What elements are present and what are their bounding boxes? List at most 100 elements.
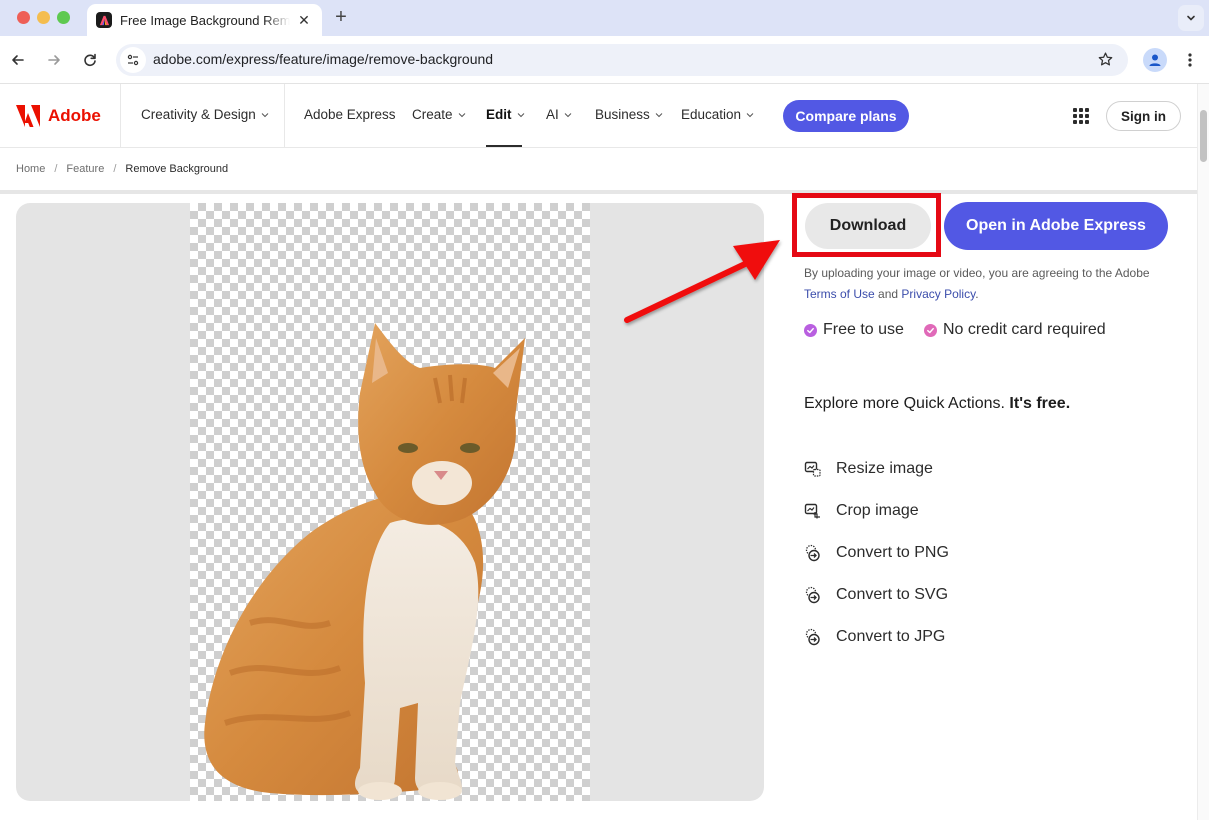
site-info-button[interactable] — [120, 47, 146, 73]
crop-image-icon — [804, 503, 820, 519]
site-header: Adobe Creativity & Design Adobe Express … — [0, 84, 1197, 148]
cat-image — [204, 323, 525, 800]
chevron-down-icon — [517, 112, 524, 117]
perk-label: No credit card required — [942, 321, 1106, 338]
quick-action-convert-to-jpg[interactable]: Convert to JPG — [804, 616, 949, 658]
breadcrumb-separator: / — [113, 163, 117, 175]
quick-action-convert-to-png[interactable]: Convert to PNG — [804, 532, 949, 574]
red-arrow-annotation — [624, 240, 780, 323]
compare-plans-button[interactable]: Compare plans — [783, 100, 909, 132]
close-tab-icon[interactable]: ✕ — [296, 12, 312, 29]
nav-label: Business — [595, 107, 650, 122]
person-icon — [1149, 54, 1161, 66]
address-bar[interactable]: adobe.com/express/feature/image/remove-b… — [116, 44, 1128, 76]
adobe-express-favicon-icon — [96, 12, 112, 28]
arrow-left-icon — [12, 55, 24, 65]
browser-menu-button[interactable] — [1182, 48, 1198, 72]
maximize-window-button[interactable] — [57, 11, 70, 24]
terms-of-use-link[interactable]: Terms of Use — [804, 287, 875, 301]
quick-action-convert-to-svg[interactable]: Convert to SVG — [804, 574, 949, 616]
adobe-logo-icon — [16, 105, 40, 127]
forward-button[interactable] — [42, 48, 66, 72]
bookmark-button[interactable] — [1097, 51, 1114, 73]
legal-text: . — [975, 287, 979, 301]
nav-label: AI — [546, 107, 559, 122]
tune-icon — [127, 54, 139, 66]
convert-icon — [805, 586, 820, 604]
back-button[interactable] — [6, 48, 30, 72]
quick-action-crop-image[interactable]: Crop image — [804, 490, 949, 532]
profile-button[interactable] — [1143, 48, 1167, 72]
convert-icon — [805, 544, 820, 562]
legal-disclaimer: By uploading your image or video, you ar… — [804, 263, 1184, 305]
nav-business[interactable]: Business — [595, 107, 663, 122]
divider — [0, 190, 1197, 194]
star-icon — [1098, 52, 1113, 66]
tab-title: Free Image Background Remover — [120, 12, 290, 28]
divider — [120, 84, 121, 148]
tab-search-button[interactable] — [1178, 5, 1204, 31]
quick-actions-list: Resize image Crop image Convert to PNG C… — [804, 448, 949, 658]
browser-toolbar: adobe.com/express/feature/image/remove-b… — [0, 36, 1209, 84]
perk-item: Free to use — [804, 321, 904, 339]
nav-education[interactable]: Education — [681, 107, 754, 122]
minimize-window-button[interactable] — [37, 11, 50, 24]
active-nav-indicator — [486, 145, 522, 147]
privacy-policy-link[interactable]: Privacy Policy — [901, 287, 975, 301]
quick-action-label: Convert to PNG — [836, 544, 949, 561]
nav-label: Education — [681, 107, 742, 122]
page-scrollbar[interactable] — [1197, 84, 1209, 820]
chevron-down-icon — [261, 112, 269, 117]
nav-adobe-express[interactable]: Adobe Express — [304, 107, 396, 122]
heading-text: Explore more Quick Actions. — [804, 395, 1005, 412]
chevron-down-icon — [1187, 15, 1195, 21]
chevron-down-icon — [458, 112, 465, 117]
nav-label: Create — [412, 107, 453, 122]
nav-label: Edit — [486, 107, 512, 122]
download-button[interactable]: Download — [805, 203, 931, 249]
convert-icon — [805, 628, 820, 646]
nav-ai[interactable]: AI — [546, 107, 572, 122]
breadcrumb-feature[interactable]: Feature — [66, 163, 104, 175]
sign-in-button[interactable]: Sign in — [1106, 101, 1181, 131]
resize-image-icon — [804, 461, 821, 477]
perk-item: No credit card required — [923, 321, 1106, 339]
breadcrumb-separator: / — [54, 163, 58, 175]
breadcrumb-current: Remove Background — [125, 163, 229, 175]
breadcrumb-home[interactable]: Home — [16, 163, 45, 175]
nav-edit[interactable]: Edit — [486, 107, 525, 122]
nav-creativity-design[interactable]: Creativity & Design — [141, 107, 269, 122]
chevron-down-icon — [746, 112, 754, 117]
brand-name: Adobe — [48, 106, 101, 125]
app-grid-icon[interactable] — [1073, 108, 1089, 124]
heading-bold-text: It's free. — [1009, 395, 1071, 412]
quick-actions-heading: Explore more Quick Actions. It's free. — [804, 395, 1070, 413]
open-in-adobe-express-button[interactable]: Open in Adobe Express — [944, 202, 1168, 250]
adobe-logo[interactable]: Adobe — [16, 105, 101, 127]
kebab-icon — [1188, 53, 1192, 67]
perks-list: Free to use No credit card required — [804, 321, 1126, 339]
nav-label: Adobe Express — [304, 107, 396, 122]
reload-button[interactable] — [78, 48, 102, 72]
arrow-right-icon — [48, 55, 60, 65]
browser-tab[interactable]: Free Image Background Remover ✕ — [87, 4, 322, 36]
quick-action-label: Convert to SVG — [836, 586, 949, 603]
close-window-button[interactable] — [17, 11, 30, 24]
nav-create[interactable]: Create — [412, 107, 466, 122]
nav-label: Creativity & Design — [141, 107, 256, 122]
chevron-down-icon — [655, 112, 663, 117]
divider — [284, 84, 285, 148]
scrollbar-thumb[interactable] — [1200, 110, 1207, 162]
check-circle-icon — [804, 323, 817, 337]
reload-icon — [84, 53, 96, 67]
legal-text: By uploading your image or video, you ar… — [804, 266, 1150, 280]
quick-action-label: Crop image — [836, 502, 919, 519]
new-tab-button[interactable]: + — [331, 6, 351, 29]
quick-action-label: Resize image — [836, 460, 933, 477]
quick-action-label: Convert to JPG — [836, 628, 946, 645]
perk-label: Free to use — [823, 321, 904, 338]
check-circle-icon — [923, 323, 937, 337]
url-text[interactable]: adobe.com/express/feature/image/remove-b… — [153, 51, 493, 67]
breadcrumb: Home / Feature / Remove Background — [16, 163, 228, 175]
quick-action-resize-image[interactable]: Resize image — [804, 448, 949, 490]
